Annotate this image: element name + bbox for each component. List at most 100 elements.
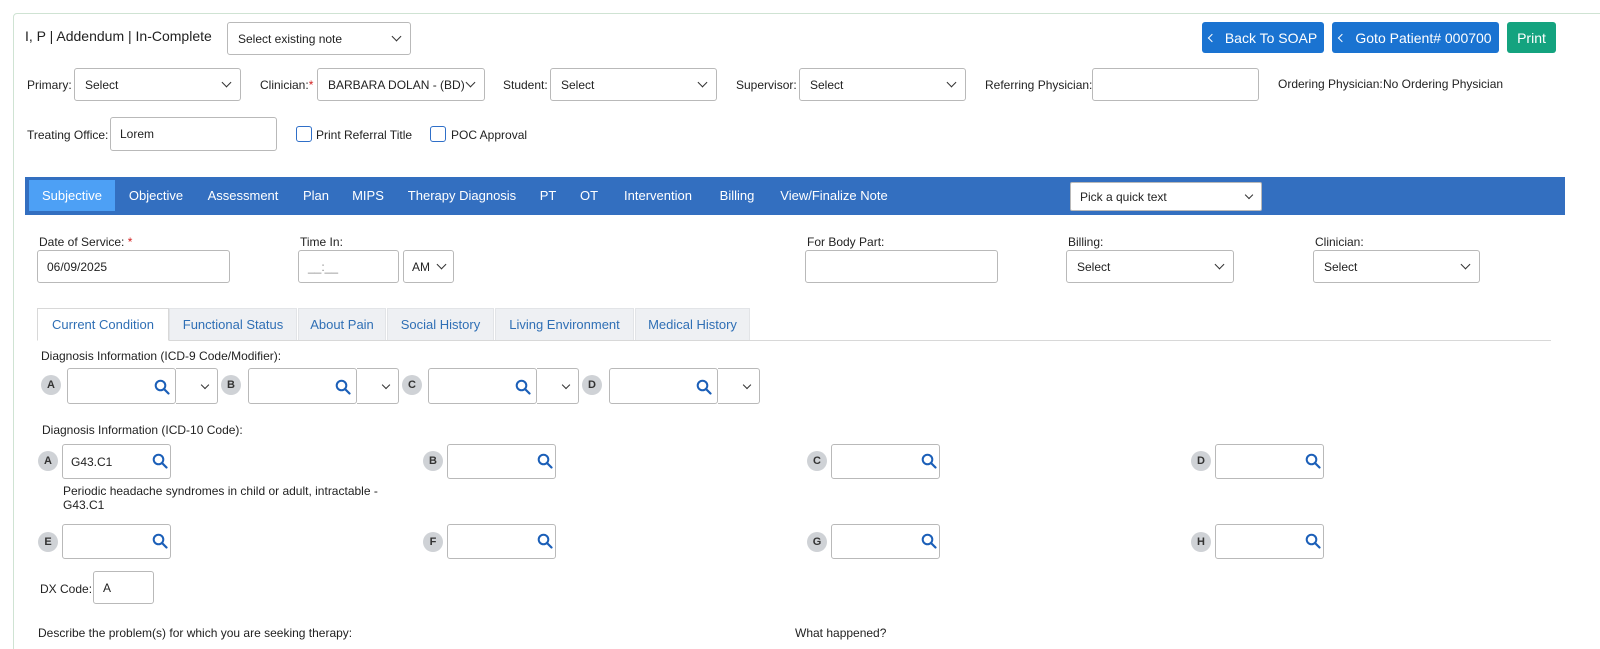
- icd9-badge-c: C: [402, 375, 422, 395]
- search-icon[interactable]: [537, 453, 553, 469]
- treating-office-label: Treating Office:: [27, 128, 109, 142]
- tab-functional-status[interactable]: Functional Status: [169, 308, 297, 340]
- icd10-search-b[interactable]: [447, 444, 556, 479]
- icd10-search-h[interactable]: [1215, 524, 1324, 559]
- treating-office-input[interactable]: Lorem: [110, 117, 277, 151]
- primary-select[interactable]: Select: [74, 68, 241, 101]
- icd9-modifier-a[interactable]: [176, 368, 218, 404]
- visit-clinician-select[interactable]: Select: [1313, 250, 1480, 283]
- chevron-left-icon: [1207, 33, 1217, 42]
- nav-therapy-diagnosis[interactable]: Therapy Diagnosis: [400, 177, 524, 213]
- billing-label: Billing:: [1068, 235, 1104, 249]
- icd10-badge-f: F: [423, 532, 443, 552]
- icd10-search-d[interactable]: [1215, 444, 1324, 479]
- nav-objective[interactable]: Objective: [120, 177, 192, 213]
- icd10-search-c[interactable]: [831, 444, 940, 479]
- body-part-input[interactable]: [805, 250, 998, 283]
- nav-plan[interactable]: Plan: [295, 177, 337, 213]
- icd9-badge-b: B: [221, 375, 241, 395]
- time-in-input[interactable]: __:__: [298, 250, 399, 283]
- body-part-label: For Body Part:: [807, 235, 885, 249]
- nav-subjective[interactable]: Subjective: [29, 180, 115, 211]
- icd9-modifier-b[interactable]: [357, 368, 399, 404]
- nav-assessment[interactable]: Assessment: [199, 177, 287, 213]
- search-icon[interactable]: [921, 533, 937, 549]
- icd9-badge-d: D: [582, 375, 602, 395]
- search-icon[interactable]: [696, 379, 712, 395]
- quick-text-select[interactable]: Pick a quick text: [1070, 182, 1262, 211]
- icd10-badge-b: B: [423, 451, 443, 471]
- primary-label: Primary:: [27, 78, 72, 92]
- icd9-search-c[interactable]: [428, 368, 537, 404]
- search-icon[interactable]: [1305, 453, 1321, 469]
- page-title: I, P | Addendum | In-Complete: [25, 28, 212, 44]
- icd10-badge-h: H: [1191, 532, 1211, 552]
- existing-note-select[interactable]: Select existing note: [227, 22, 411, 55]
- nav-intervention[interactable]: Intervention: [614, 177, 702, 213]
- icd10-search-a[interactable]: G43.C1: [62, 444, 171, 479]
- nav-billing[interactable]: Billing: [711, 177, 763, 213]
- subtabs-divider: [37, 340, 1551, 341]
- visit-clinician-label: Clinician:: [1315, 235, 1364, 249]
- clinician-select[interactable]: BARBARA DOLAN - (BD): [317, 68, 485, 101]
- icd10-search-g[interactable]: [831, 524, 940, 559]
- icd10-badge-e: E: [38, 532, 58, 552]
- back-to-soap-button[interactable]: Back To SOAP: [1202, 22, 1324, 53]
- icd9-badge-a: A: [41, 375, 61, 395]
- icd10-badge-d: D: [1191, 451, 1211, 471]
- what-happened-label: What happened?: [795, 626, 887, 640]
- icd10-search-f[interactable]: [447, 524, 556, 559]
- tab-social-history[interactable]: Social History: [387, 308, 494, 340]
- poc-approval-checkbox[interactable]: [430, 126, 446, 142]
- tab-medical-history[interactable]: Medical History: [635, 308, 750, 340]
- ordering-physician-value: No Ordering Physician: [1383, 77, 1504, 91]
- search-icon[interactable]: [515, 379, 531, 395]
- supervisor-label: Supervisor:: [736, 78, 797, 92]
- chevron-left-icon: [1338, 33, 1347, 42]
- search-icon[interactable]: [921, 453, 937, 469]
- search-icon[interactable]: [152, 533, 168, 549]
- icd9-search-b[interactable]: [248, 368, 357, 404]
- print-button[interactable]: Print: [1507, 22, 1556, 53]
- poc-approval-label: POC Approval: [451, 128, 528, 142]
- icd10-search-e[interactable]: [62, 524, 171, 559]
- billing-select[interactable]: Select: [1066, 250, 1234, 283]
- time-in-label: Time In:: [300, 235, 343, 249]
- date-of-service-input[interactable]: 06/09/2025: [37, 250, 230, 283]
- icd10-a-description: Periodic headache syndromes in child or …: [63, 484, 378, 512]
- icd9-search-a[interactable]: [67, 368, 176, 404]
- icd10-badge-a: A: [38, 451, 58, 471]
- date-of-service-label: Date of Service: *: [39, 235, 133, 249]
- dx-code-input[interactable]: A: [93, 571, 154, 604]
- tab-about-pain[interactable]: About Pain: [298, 308, 386, 340]
- ordering-physician-label: Ordering Physician:: [1278, 77, 1383, 91]
- nav-pt[interactable]: PT: [532, 177, 564, 213]
- icd10-label: Diagnosis Information (ICD-10 Code):: [42, 423, 243, 437]
- describe-problem-label: Describe the problem(s) for which you ar…: [38, 626, 353, 640]
- search-icon[interactable]: [154, 379, 170, 395]
- supervisor-select[interactable]: Select: [799, 68, 966, 101]
- clinician-label: Clinician:*: [260, 78, 314, 92]
- icd9-modifier-c[interactable]: [537, 368, 579, 404]
- dx-code-label: DX Code:: [40, 582, 93, 596]
- search-icon[interactable]: [537, 533, 553, 549]
- nav-view-finalize-note[interactable]: View/Finalize Note: [771, 177, 897, 213]
- icd9-label: Diagnosis Information (ICD-9 Code/Modifi…: [41, 349, 282, 363]
- nav-mips[interactable]: MIPS: [345, 177, 391, 213]
- icd9-modifier-d[interactable]: [718, 368, 760, 404]
- icd9-search-d[interactable]: [609, 368, 718, 404]
- search-icon[interactable]: [335, 379, 351, 395]
- search-icon[interactable]: [152, 453, 168, 469]
- print-referral-checkbox[interactable]: [296, 126, 312, 142]
- student-label: Student:: [503, 78, 548, 92]
- nav-ot[interactable]: OT: [572, 177, 606, 213]
- referring-physician-label: Referring Physician:: [985, 78, 1093, 92]
- icd10-badge-g: G: [807, 532, 827, 552]
- student-select[interactable]: Select: [550, 68, 717, 101]
- tab-current-condition[interactable]: Current Condition: [37, 308, 169, 341]
- referring-physician-input[interactable]: [1092, 68, 1259, 101]
- am-pm-select[interactable]: AM: [403, 250, 454, 283]
- search-icon[interactable]: [1305, 533, 1321, 549]
- tab-living-environment[interactable]: Living Environment: [495, 308, 634, 340]
- goto-patient-button[interactable]: Goto Patient# 000700: [1332, 22, 1499, 53]
